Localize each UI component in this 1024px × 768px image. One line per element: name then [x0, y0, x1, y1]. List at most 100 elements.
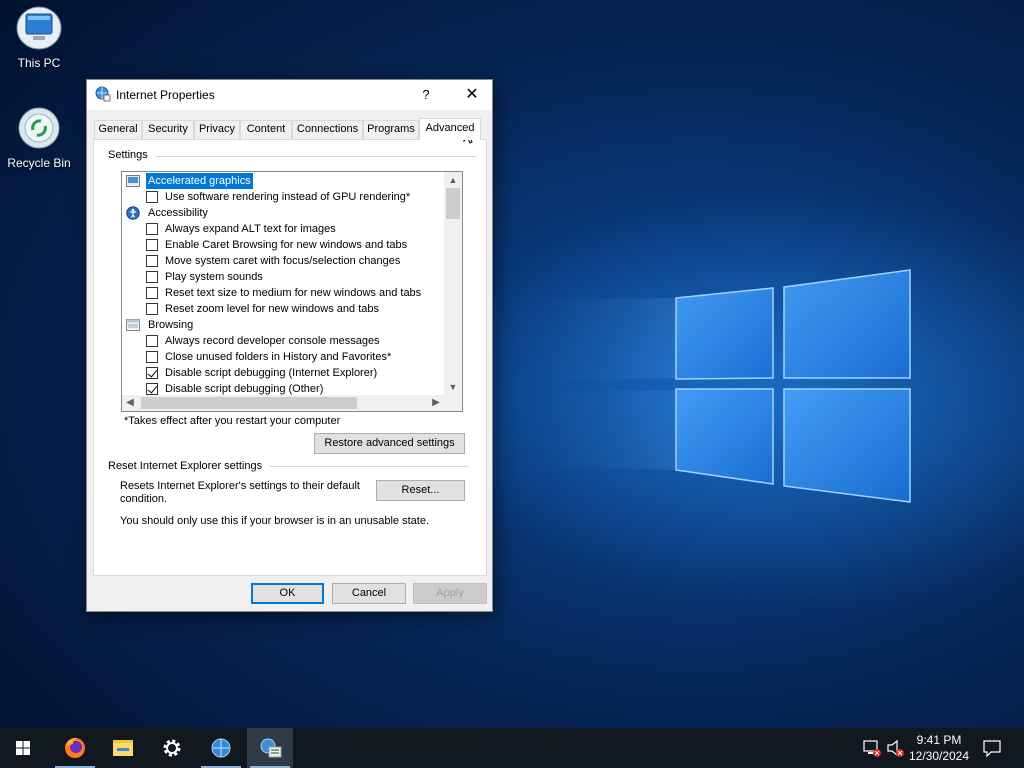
ok-button[interactable]: OK [251, 583, 324, 604]
apply-button[interactable]: Apply [413, 583, 487, 604]
this-pc-desktop-icon[interactable]: This PC [1, 4, 77, 70]
settings-checkbox[interactable] [146, 271, 158, 283]
settings-checkbox[interactable] [146, 383, 158, 395]
settings-checkbox-row[interactable]: Enable Caret Browsing for new windows an… [122, 237, 444, 253]
settings-checkbox-label: Play system sounds [165, 271, 263, 283]
settings-category-label: Browsing [148, 319, 194, 331]
settings-checkbox[interactable] [146, 335, 158, 347]
settings-checkbox-label: Enable Caret Browsing for new windows an… [165, 239, 408, 251]
tab-content[interactable]: Content [240, 120, 292, 139]
tab-general[interactable]: General [94, 120, 142, 139]
scroll-down-arrow-icon[interactable]: ▼ [444, 379, 462, 395]
tab-connections[interactable]: Connections [292, 120, 363, 139]
tab-strip: General Security Privacy Content Connect… [94, 118, 484, 140]
help-button[interactable]: ? [409, 80, 443, 110]
settings-checkbox-label: Use software rendering instead of GPU re… [165, 191, 411, 203]
settings-checkbox-label: Disable script debugging (Internet Explo… [165, 367, 378, 379]
scroll-right-arrow-icon[interactable]: ▶ [428, 395, 444, 411]
internet-options-icon [260, 738, 282, 758]
taskbar-settings[interactable] [149, 728, 195, 768]
settings-checkbox-row[interactable]: Close unused folders in History and Favo… [122, 349, 444, 365]
settings-checkbox-row[interactable]: Move system caret with focus/selection c… [122, 253, 444, 269]
settings-checkbox[interactable] [146, 351, 158, 363]
graphics-icon [126, 174, 140, 188]
tab-programs[interactable]: Programs [363, 120, 419, 139]
internet-explorer-icon [211, 738, 231, 758]
recycle-bin-desktop-icon[interactable]: Recycle Bin [1, 104, 77, 170]
settings-checkbox[interactable] [146, 367, 158, 379]
start-button[interactable] [0, 728, 46, 768]
recycle-bin-label: Recycle Bin [7, 156, 71, 170]
reset-group-line [270, 466, 468, 467]
action-center-button[interactable] [980, 728, 1004, 768]
dialog-title: Internet Properties [116, 88, 215, 102]
settings-checkbox-row[interactable]: Use software rendering instead of GPU re… [122, 189, 444, 205]
settings-category-label: Accelerated graphics [145, 172, 254, 190]
clock-time: 9:41 PM [916, 733, 962, 747]
taskbar-clock[interactable]: 9:41 PM 12/30/2024 [906, 732, 972, 764]
reset-button[interactable]: Reset... [376, 480, 465, 501]
tab-advanced[interactable]: Advanced [419, 118, 481, 140]
settings-gear-icon [163, 739, 181, 757]
settings-checkbox-row[interactable]: Reset zoom level for new windows and tab… [122, 301, 444, 317]
settings-checkbox-label: Move system caret with focus/selection c… [165, 255, 401, 267]
settings-group-line [156, 156, 476, 157]
internet-properties-dialog: Internet Properties ? ✕ General Security… [86, 79, 493, 612]
internet-properties-icon [95, 86, 111, 102]
settings-checkbox-row[interactable]: Play system sounds [122, 269, 444, 285]
firefox-icon [65, 737, 85, 758]
vertical-scroll-thumb[interactable] [446, 188, 460, 219]
tab-privacy[interactable]: Privacy [194, 120, 240, 139]
settings-checkbox-row[interactable]: Reset text size to medium for new window… [122, 285, 444, 301]
scroll-left-arrow-icon[interactable]: ◀ [122, 395, 138, 411]
horizontal-scroll-thumb[interactable] [141, 397, 357, 409]
dialog-title-bar[interactable]: Internet Properties ? ✕ [87, 80, 492, 110]
settings-checkbox[interactable] [146, 239, 158, 251]
advanced-settings-list[interactable]: Accelerated graphics Use software renderi… [121, 171, 463, 412]
settings-checkbox-label: Reset text size to medium for new window… [165, 287, 422, 299]
close-button[interactable]: ✕ [453, 80, 491, 110]
settings-checkbox[interactable] [146, 303, 158, 315]
network-tray-icon[interactable] [860, 728, 884, 768]
restart-note: *Takes effect after you restart your com… [124, 415, 341, 427]
computer-icon [15, 4, 63, 52]
settings-checkbox[interactable] [146, 223, 158, 235]
taskbar-internet-options[interactable] [247, 728, 293, 768]
volume-muted-tray-icon[interactable] [884, 728, 908, 768]
settings-category-row[interactable]: Browsing [122, 317, 444, 333]
scroll-up-arrow-icon[interactable]: ▲ [444, 172, 462, 188]
settings-category-label: Accessibility [148, 207, 208, 219]
restore-advanced-settings-button[interactable]: Restore advanced settings [314, 433, 465, 454]
close-icon: ✕ [465, 86, 479, 103]
horizontal-scrollbar[interactable]: ◀ ▶ [122, 395, 444, 411]
advanced-tab-page: Settings Accelerated graphics Use softwar… [93, 139, 487, 576]
settings-checkbox-label: Reset zoom level for new windows and tab… [165, 303, 379, 315]
accessibility-icon [126, 206, 140, 220]
settings-group-title: Settings [108, 149, 152, 161]
settings-checkbox[interactable] [146, 287, 158, 299]
taskbar-internet-explorer[interactable] [198, 728, 244, 768]
settings-checkbox-row[interactable]: Always record developer console messages [122, 333, 444, 349]
this-pc-label: This PC [17, 56, 61, 70]
vertical-scrollbar[interactable]: ▲ ▼ [444, 172, 462, 395]
start-icon [16, 741, 30, 755]
file-explorer-icon [113, 740, 133, 756]
settings-checkbox-label: Always record developer console messages [165, 335, 380, 347]
clock-date: 12/30/2024 [908, 749, 970, 763]
tab-security[interactable]: Security [142, 120, 194, 139]
reset-warning: You should only use this if your browser… [120, 515, 429, 527]
notification-icon [983, 740, 1001, 758]
settings-category-row[interactable]: Accessibility [122, 205, 444, 221]
settings-checkbox-row[interactable]: Always expand ALT text for images [122, 221, 444, 237]
settings-category-row[interactable]: Accelerated graphics [122, 172, 444, 190]
cancel-button[interactable]: Cancel [332, 583, 406, 604]
settings-checkbox[interactable] [146, 191, 158, 203]
browsing-icon [126, 318, 140, 332]
taskbar-firefox[interactable] [52, 728, 98, 768]
reset-group-title: Reset Internet Explorer settings [108, 460, 267, 472]
settings-checkbox-row[interactable]: Disable script debugging (Internet Explo… [122, 365, 444, 381]
settings-checkbox[interactable] [146, 255, 158, 267]
taskbar-file-explorer[interactable] [100, 728, 146, 768]
recycle-bin-icon [15, 104, 63, 152]
settings-checkbox-label: Always expand ALT text for images [165, 223, 336, 235]
